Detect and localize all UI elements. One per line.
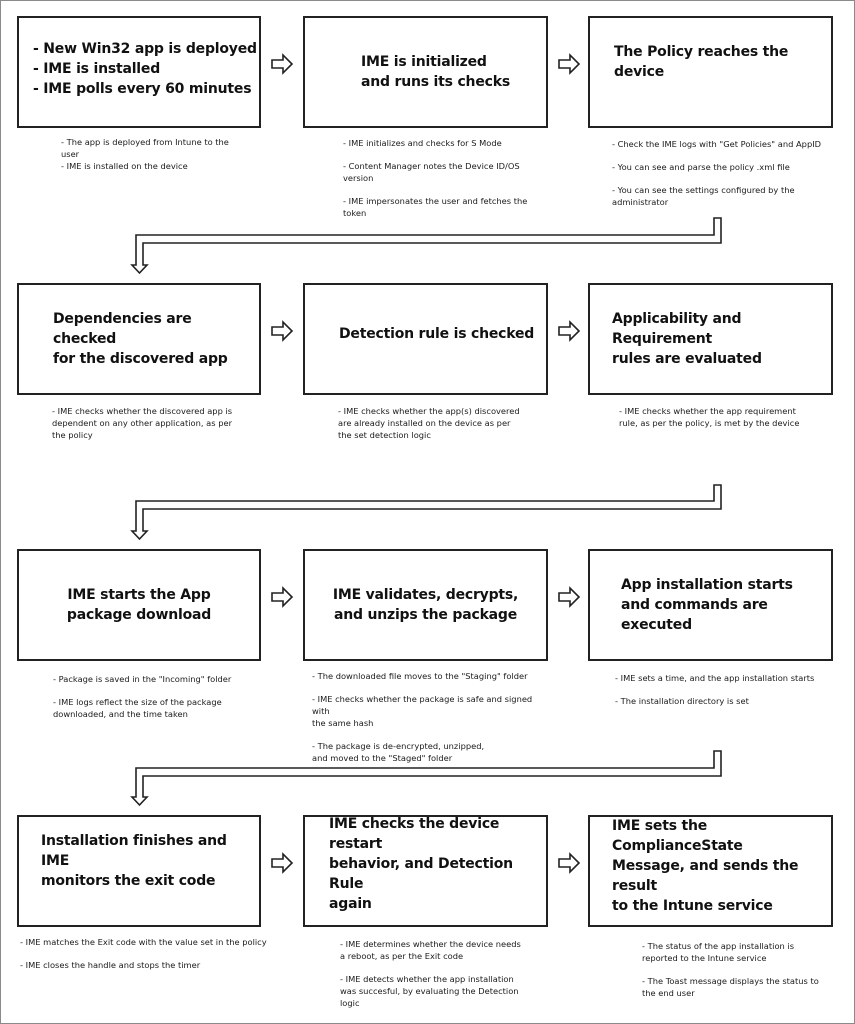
step-note: - IME determines whether the device need… (340, 939, 521, 961)
step-box-2: IME is initialized and runs its checks (303, 16, 548, 128)
step-note: - Content Manager notes the Device ID/OS… (343, 161, 520, 183)
step-notes-6: - IME checks whether the app requirement… (619, 405, 819, 440)
step-note: - IME checks whether the app requirement… (619, 406, 800, 428)
step-notes-2: - IME initializes and checks for S Mode -… (343, 137, 543, 230)
step-note: - IME detects whether the app installati… (340, 974, 519, 1008)
step-title: IME checks the device restart behavior, … (329, 816, 513, 912)
step-title: IME sets the ComplianceState Message, an… (612, 818, 799, 914)
step-note: - IME sets a time, and the app installat… (615, 673, 815, 683)
step-title: IME validates, decrypts, and unzips the … (332, 587, 519, 623)
step-title: App installation starts and commands are… (621, 577, 793, 633)
step-note: - IME checks whether the app(s) discover… (338, 406, 520, 440)
step-title: IME starts the App package download (66, 587, 212, 623)
step-box-10: Installation finishes and IME monitors t… (17, 815, 261, 927)
step-notes-5: - IME checks whether the app(s) discover… (338, 405, 538, 452)
step-box-1: - New Win32 app is deployed - IME is ins… (17, 16, 261, 128)
step-box-3: The Policy reaches the device (588, 16, 833, 128)
step-notes-3: - Check the IME logs with "Get Policies"… (612, 138, 832, 219)
step-title: Applicability and Requirement rules are … (612, 311, 762, 367)
step-note: - IME initializes and checks for S Mode (343, 138, 502, 148)
step-title: Installation finishes and IME monitors t… (41, 833, 227, 889)
step-note: - IME checks whether the package is safe… (312, 694, 533, 728)
step-note: - The package is de-encrypted, unzipped,… (312, 741, 485, 763)
step-note: - You can see and parse the policy .xml … (612, 162, 790, 172)
step-note: - The app is deployed from Intune to the… (61, 137, 229, 171)
step-box-4: Dependencies are checked for the discove… (17, 283, 261, 395)
step-note: - The status of the app installation is … (642, 941, 795, 963)
step-notes-7: - Package is saved in the "Incoming" fol… (53, 673, 263, 731)
step-box-12: IME sets the ComplianceState Message, an… (588, 815, 833, 927)
step-notes-1: - The app is deployed from Intune to the… (61, 136, 261, 172)
step-note: - The Toast message displays the status … (642, 976, 819, 998)
step-note: - The installation directory is set (615, 696, 749, 706)
step-title: IME is initialized and runs its checks (361, 54, 510, 90)
step-title: Detection rule is checked (339, 326, 535, 342)
step-notes-12: - The status of the app installation is … (642, 940, 842, 1010)
step-notes-8: - The downloaded file moves to the "Stag… (312, 670, 552, 775)
step-note: - IME closes the handle and stops the ti… (20, 960, 201, 970)
step-notes-11: - IME determines whether the device need… (340, 938, 550, 1020)
step-title: The Policy reaches the device (614, 44, 789, 80)
step-note: - IME logs reflect the size of the packa… (53, 697, 222, 719)
step-note: - Package is saved in the "Incoming" fol… (53, 674, 232, 684)
step-box-9: App installation starts and commands are… (588, 549, 833, 661)
step-title: - New Win32 app is deployed - IME is ins… (33, 41, 257, 97)
step-note: - IME checks whether the discovered app … (52, 406, 233, 440)
step-note: - IME matches the Exit code with the val… (20, 937, 267, 947)
step-notes-4: - IME checks whether the discovered app … (52, 405, 252, 452)
step-note: - Check the IME logs with "Get Policies"… (612, 139, 822, 149)
step-title: Dependencies are checked for the discove… (53, 311, 228, 367)
step-note: - The downloaded file moves to the "Stag… (312, 671, 528, 681)
step-notes-10: - IME matches the Exit code with the val… (20, 936, 280, 982)
step-box-11: IME checks the device restart behavior, … (303, 815, 548, 927)
step-note: - IME impersonates the user and fetches … (343, 196, 528, 218)
step-box-5: Detection rule is checked (303, 283, 548, 395)
step-box-6: Applicability and Requirement rules are … (588, 283, 833, 395)
step-box-8: IME validates, decrypts, and unzips the … (303, 549, 548, 661)
step-note: - You can see the settings configured by… (612, 185, 795, 207)
step-box-7: IME starts the App package download (17, 549, 261, 661)
step-notes-9: - IME sets a time, and the app installat… (615, 672, 845, 718)
